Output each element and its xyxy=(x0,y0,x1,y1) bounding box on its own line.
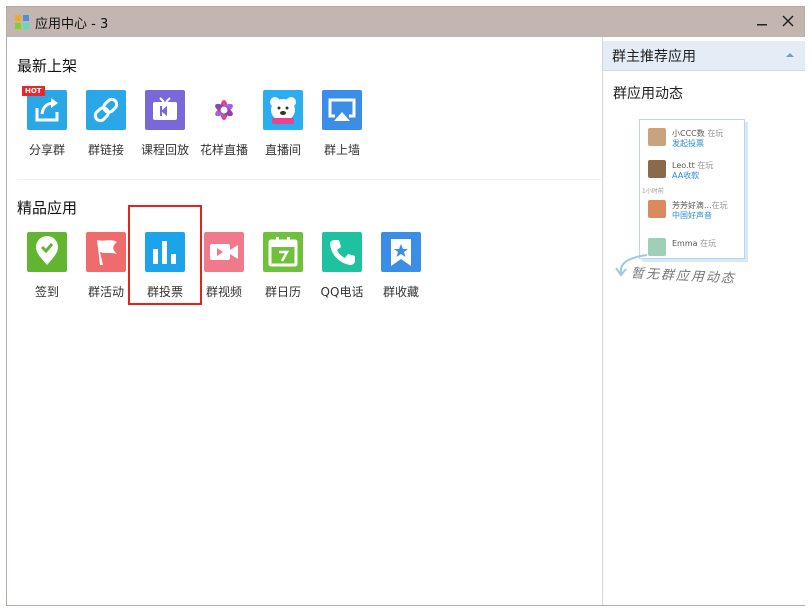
app-label: 直播间 xyxy=(253,141,313,158)
airplay-icon xyxy=(322,90,362,130)
flag-icon xyxy=(86,232,126,272)
feed-name: 小CCC数 xyxy=(672,129,705,138)
section-divider xyxy=(17,179,601,180)
bookmark-star-icon xyxy=(381,232,421,272)
sidebar-header-title: 群主推荐应用 xyxy=(612,46,696,66)
title-bar[interactable]: 应用中心 - 3 xyxy=(7,7,804,37)
tv-replay-icon xyxy=(145,90,185,130)
app-label: 签到 xyxy=(17,283,77,300)
app-label: 课程回放 xyxy=(135,141,195,158)
app-label: 群收藏 xyxy=(371,283,431,300)
app-label: 群视频 xyxy=(194,283,254,300)
feed-name: Leo.tt xyxy=(672,161,695,170)
app-label: 分享群 xyxy=(17,141,77,158)
feed-name: 芳芳好滴... xyxy=(672,201,712,210)
feed-time: 1小时前 xyxy=(642,186,664,195)
feed-action: AA收款 xyxy=(672,170,699,181)
avatar xyxy=(648,128,666,146)
selection-highlight xyxy=(128,205,202,305)
sidebar-subheader: 群应用动态 xyxy=(613,83,683,103)
empty-feed-text: 暂无群应用动态 xyxy=(631,262,737,286)
empty-feed-illustration: 小CCC数 在玩 发起投票 Leo.tt 在玩 AA收款 1小时前 芳芳好滴..… xyxy=(609,115,749,295)
share-icon xyxy=(27,90,67,130)
section-title-new: 最新上架 xyxy=(17,55,77,76)
app-label: 花样直播 xyxy=(194,141,254,158)
close-icon[interactable] xyxy=(777,10,799,32)
link-icon xyxy=(86,90,126,130)
app-label: 群上墙 xyxy=(312,141,372,158)
app-center-window: 应用中心 - 3 最新上架 HOT 分享群 群链接 xyxy=(6,6,805,606)
feed-status: 在玩 xyxy=(712,201,728,210)
feed-status: 在玩 xyxy=(697,161,713,170)
feed-name: Emma xyxy=(672,239,698,248)
bear-icon xyxy=(263,90,303,130)
feed-action: 中国好声音 xyxy=(672,210,712,221)
hot-badge: HOT xyxy=(22,86,45,96)
feed-card: 小CCC数 在玩 发起投票 Leo.tt 在玩 AA收款 1小时前 芳芳好滴..… xyxy=(639,119,745,259)
app-grid-icon xyxy=(15,15,29,29)
sidebar: 群主推荐应用 群应用动态 小CCC数 在玩 发起投票 Leo.tt 在玩 AA收… xyxy=(602,37,805,605)
feed-status: 在玩 xyxy=(700,239,716,248)
minimize-icon[interactable] xyxy=(751,10,773,32)
avatar xyxy=(648,200,666,218)
avatar xyxy=(648,160,666,178)
app-label: 群链接 xyxy=(76,141,136,158)
app-label: 群日历 xyxy=(253,283,313,300)
calendar-icon xyxy=(263,232,303,272)
section-title-featured: 精品应用 xyxy=(17,197,77,218)
app-label: QQ电话 xyxy=(312,283,372,300)
collapse-up-icon[interactable] xyxy=(785,51,795,59)
feed-action: 发起投票 xyxy=(672,138,704,149)
window-title: 应用中心 - 3 xyxy=(35,13,108,32)
main-panel: 最新上架 HOT 分享群 群链接 课程回放 xyxy=(7,37,602,605)
feed-status: 在玩 xyxy=(707,129,723,138)
sidebar-header[interactable]: 群主推荐应用 xyxy=(603,41,805,71)
flower-live-icon xyxy=(204,90,244,130)
video-camera-icon xyxy=(204,232,244,272)
app-label: 群活动 xyxy=(76,283,136,300)
phone-icon xyxy=(322,232,362,272)
location-check-icon xyxy=(27,232,67,272)
